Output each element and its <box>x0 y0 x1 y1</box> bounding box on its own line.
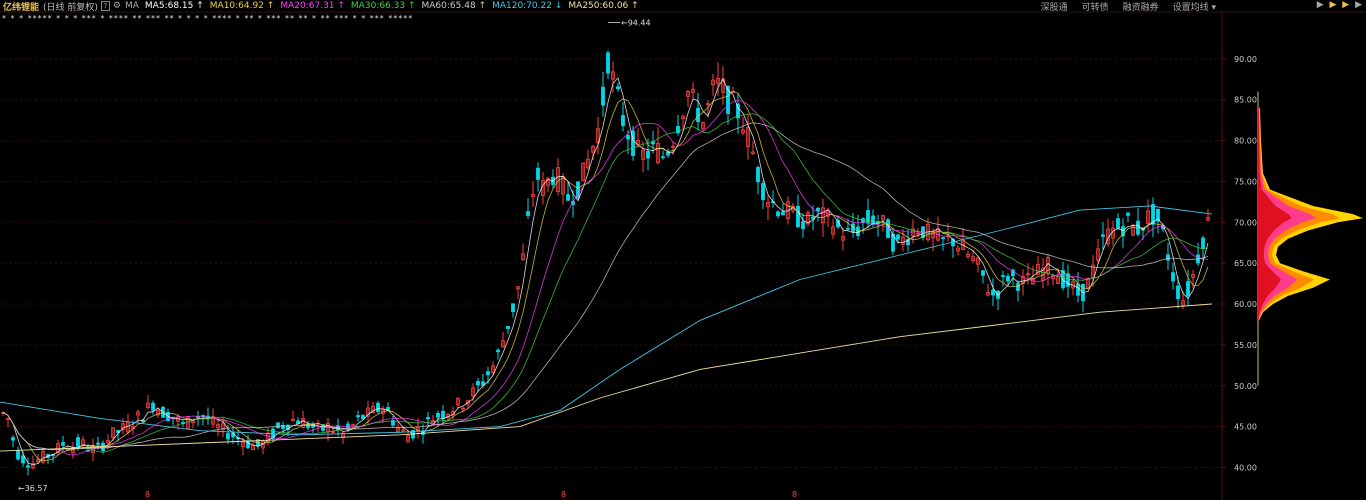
candle-body <box>96 442 100 445</box>
candle-body <box>816 207 820 212</box>
y-tick-label: 75.00 <box>1234 177 1257 186</box>
candle-body <box>226 433 230 440</box>
y-tick-label: 40.00 <box>1234 463 1257 472</box>
candle-body <box>356 415 360 418</box>
candle-body <box>486 371 490 376</box>
candle-body <box>151 402 155 411</box>
y-tick-label: 55.00 <box>1234 341 1257 350</box>
candle-body <box>661 156 665 159</box>
candle-body <box>511 303 515 313</box>
y-tick-label: 60.00 <box>1234 300 1257 309</box>
candle-body <box>526 211 530 216</box>
candle-body <box>1116 218 1120 229</box>
candle-body <box>426 416 430 420</box>
candle-body <box>496 349 500 353</box>
ma-line-ma250 <box>0 303 1213 452</box>
candle-body <box>621 115 625 127</box>
candle-body <box>476 381 480 386</box>
candle-body <box>76 437 80 447</box>
candle-body <box>1166 254 1170 261</box>
candle-body <box>376 402 380 413</box>
ma-line-ma20 <box>2 99 1209 456</box>
candle-body <box>606 52 610 74</box>
candle-body <box>1061 270 1065 289</box>
candle-body <box>941 237 945 239</box>
y-tick-label: 65.00 <box>1234 259 1257 268</box>
candle-body <box>441 410 445 419</box>
candle-body <box>1001 275 1005 277</box>
bottom-marker: 8 <box>561 490 566 499</box>
y-tick-label: 45.00 <box>1234 423 1257 432</box>
candle-body <box>1171 272 1175 282</box>
y-tick-label: 70.00 <box>1234 218 1257 227</box>
candle-body <box>1076 283 1080 296</box>
candle-body <box>11 437 15 441</box>
candle-body <box>666 151 670 156</box>
candle-body <box>26 465 30 468</box>
candle-body <box>1126 212 1130 216</box>
candle-body <box>21 455 25 464</box>
ma-line-ma30 <box>2 113 1209 453</box>
candle-body <box>1186 281 1190 297</box>
bottom-marker: 8 <box>792 490 797 499</box>
candle-body <box>1006 275 1010 282</box>
candle-body <box>506 325 510 329</box>
candle-body <box>761 183 765 201</box>
candle-body <box>1016 283 1020 291</box>
candle-body <box>646 150 650 159</box>
candle-body <box>886 219 890 239</box>
candle-body <box>16 450 20 460</box>
candle-body <box>846 228 850 230</box>
candle-body <box>61 442 65 446</box>
min-price-label: ←36.57 <box>18 484 48 493</box>
bottom-marker: 8 <box>145 490 150 499</box>
candle-body <box>1201 237 1205 249</box>
event-markers: * * * ***** * * * *** * **** ** *** ** *… <box>2 14 413 23</box>
candle-body <box>776 211 780 217</box>
candle-body <box>1101 234 1105 237</box>
y-tick-label: 50.00 <box>1234 382 1257 391</box>
y-tick-label: 80.00 <box>1234 137 1257 146</box>
candle-body <box>801 221 805 230</box>
candle-body <box>991 289 995 296</box>
candle-body <box>536 167 540 180</box>
candle-body <box>781 211 785 216</box>
candle-body <box>1176 285 1180 300</box>
y-tick-label: 90.00 <box>1234 55 1257 64</box>
candle-body <box>981 270 985 276</box>
candle-body <box>601 86 605 106</box>
candle-body <box>896 234 900 240</box>
candle-body <box>276 422 280 429</box>
candle-body <box>616 86 620 90</box>
y-tick-label: 85.00 <box>1234 96 1257 105</box>
candle-body <box>576 181 580 198</box>
candle-body <box>756 167 760 183</box>
candle-body <box>436 413 440 418</box>
ma-line-ma60 <box>2 122 1209 451</box>
candle-body <box>361 414 365 420</box>
candle-body <box>626 134 630 140</box>
candle-body <box>796 205 800 228</box>
ma-line-ma5 <box>2 77 1209 466</box>
candle-body <box>566 194 570 201</box>
kline-chart[interactable]: * * * ***** * * * *** * **** ** *** ** *… <box>0 0 1366 500</box>
max-price-label: ←94.44 <box>621 19 651 28</box>
